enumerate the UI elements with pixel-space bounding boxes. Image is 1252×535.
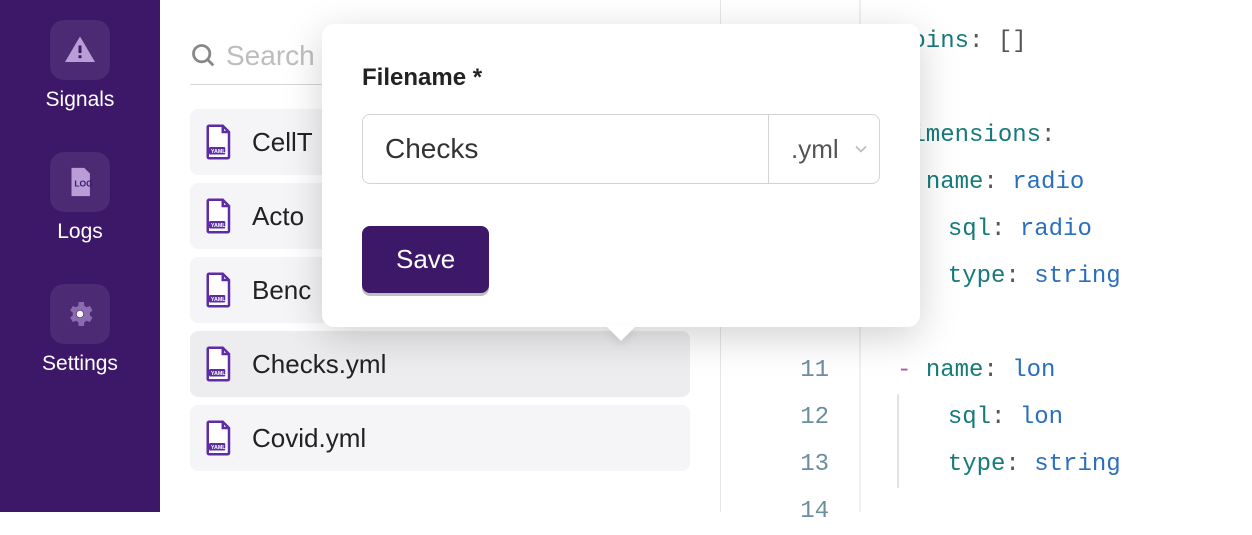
svg-text:YAML: YAML xyxy=(211,371,226,377)
yaml-file-icon: YAML xyxy=(204,198,234,234)
svg-text:LOG: LOG xyxy=(74,178,93,188)
svg-text:YAML: YAML xyxy=(211,149,226,155)
code-line: type: string xyxy=(897,441,1121,488)
file-label: Covid.yml xyxy=(252,423,366,454)
sidebar-item-logs[interactable]: LOG Logs xyxy=(50,152,110,244)
svg-text:YAML: YAML xyxy=(211,223,226,229)
indent-guide xyxy=(897,441,899,488)
line-number: 11 xyxy=(721,347,829,394)
file-item[interactable]: YAML Covid.yml xyxy=(190,405,690,471)
code-line: dimensions: xyxy=(897,112,1121,159)
code-line: - name: radio xyxy=(897,159,1121,206)
yaml-file-icon: YAML xyxy=(204,346,234,382)
sidebar: Signals LOG Logs Settings xyxy=(0,0,160,512)
line-number: 13 xyxy=(721,441,829,488)
sidebar-item-label: Logs xyxy=(57,220,103,244)
warning-triangle-icon xyxy=(50,20,110,80)
sidebar-item-label: Signals xyxy=(46,88,115,112)
sidebar-item-settings[interactable]: Settings xyxy=(42,284,118,376)
code-line: sql: radio xyxy=(897,206,1121,253)
svg-text:YAML: YAML xyxy=(211,297,226,303)
svg-text:YAML: YAML xyxy=(211,445,226,451)
code-line xyxy=(897,65,1121,112)
extension-label: .yml xyxy=(791,134,839,165)
sidebar-item-label: Settings xyxy=(42,352,118,376)
extension-select[interactable]: .yml xyxy=(768,115,880,183)
file-label: Checks.yml xyxy=(252,349,386,380)
filename-input-row: .yml xyxy=(362,114,880,184)
code-line xyxy=(897,300,1121,347)
filename-input[interactable] xyxy=(363,115,768,183)
line-number: 12 xyxy=(721,394,829,441)
filename-popover: Filename * .yml Save xyxy=(322,24,920,327)
filename-field-label: Filename * xyxy=(362,64,880,92)
indent-guide xyxy=(897,394,899,441)
chevron-down-icon xyxy=(851,139,871,159)
gear-icon xyxy=(50,284,110,344)
file-label: CellT xyxy=(252,127,313,158)
yaml-file-icon: YAML xyxy=(204,420,234,456)
log-file-icon: LOG xyxy=(50,152,110,212)
code-line: - name: lon xyxy=(897,347,1121,394)
code-line: type: string xyxy=(897,253,1121,300)
code-line: sql: lon xyxy=(897,394,1121,441)
yaml-file-icon: YAML xyxy=(204,124,234,160)
code-line: joins: [] xyxy=(897,18,1121,65)
sidebar-item-signals[interactable]: Signals xyxy=(46,20,115,112)
search-icon xyxy=(190,42,218,70)
yaml-file-icon: YAML xyxy=(204,272,234,308)
save-button[interactable]: Save xyxy=(362,226,489,293)
file-label: Benc xyxy=(252,275,311,306)
file-label: Acto xyxy=(252,201,304,232)
